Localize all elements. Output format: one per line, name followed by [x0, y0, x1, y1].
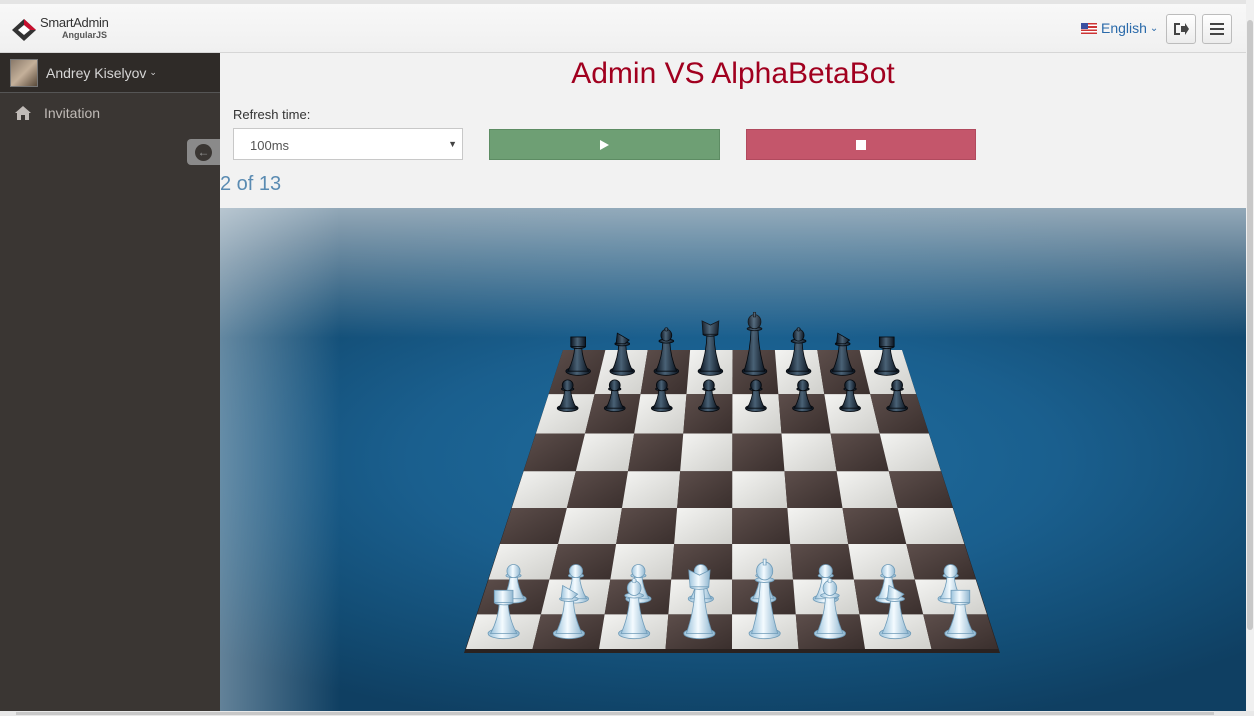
- main-content: Admin VS AlphaBetaBot Refresh time: 100m…: [220, 53, 1246, 711]
- move-counter: 2 of 13: [220, 173, 282, 195]
- refresh-time-value: 100ms: [250, 138, 290, 153]
- board-square[interactable]: [500, 508, 567, 545]
- home-icon: [15, 106, 31, 120]
- board-square[interactable]: [621, 471, 681, 509]
- board-square[interactable]: [680, 433, 733, 472]
- board-square[interactable]: [674, 508, 733, 545]
- horizontal-scrollbar[interactable]: [0, 711, 1254, 716]
- board-square[interactable]: [732, 508, 791, 545]
- board-square[interactable]: [488, 544, 559, 580]
- app-subtitle: AngularJS: [62, 30, 108, 40]
- board-square[interactable]: [523, 433, 586, 472]
- board-square[interactable]: [879, 433, 941, 472]
- board-square[interactable]: [677, 471, 733, 509]
- user-menu[interactable]: Andrey Kiselyov ⌄: [0, 53, 220, 93]
- us-flag-icon: [1081, 22, 1097, 34]
- stop-icon: [856, 139, 866, 150]
- refresh-time-select[interactable]: 100ms ▼: [233, 128, 463, 160]
- scrollbar-thumb[interactable]: [16, 712, 1214, 715]
- logo-icon: [12, 19, 36, 41]
- board-square[interactable]: [888, 471, 953, 509]
- board-square[interactable]: [830, 433, 889, 472]
- board-square[interactable]: [575, 433, 635, 472]
- stop-button[interactable]: [746, 129, 976, 160]
- user-name: Andrey Kiselyov: [46, 64, 147, 81]
- chess-board[interactable]: [220, 208, 1246, 711]
- board-square[interactable]: [842, 508, 907, 545]
- board-square[interactable]: [897, 508, 965, 545]
- sidebar-item-label: Invitation: [44, 105, 101, 121]
- logo[interactable]: SmartAdmin AngularJS: [10, 14, 120, 46]
- scrollbar-thumb[interactable]: [1247, 20, 1253, 630]
- refresh-time-label: Refresh time:: [233, 107, 311, 122]
- language-selector[interactable]: English ⌄: [1081, 20, 1158, 36]
- board-square[interactable]: [787, 508, 849, 545]
- vertical-scrollbar[interactable]: [1246, 0, 1254, 711]
- board-square[interactable]: [732, 433, 785, 472]
- board-square[interactable]: [566, 471, 628, 509]
- avatar: [10, 58, 38, 87]
- collapse-sidebar-button[interactable]: ←: [187, 139, 220, 165]
- language-label: English: [1101, 20, 1147, 36]
- black-king-piece[interactable]: [741, 311, 768, 376]
- page-title: Admin VS AlphaBetaBot: [571, 57, 895, 90]
- top-header: SmartAdmin AngularJS English ⌄: [0, 0, 1246, 53]
- play-icon: [600, 139, 609, 150]
- chevron-down-icon: ⌄: [1149, 22, 1159, 34]
- board-square[interactable]: [781, 433, 837, 472]
- black-queen-piece[interactable]: [697, 320, 724, 376]
- board-square[interactable]: [511, 471, 576, 509]
- sidebar-item-invitation[interactable]: Invitation: [0, 93, 220, 133]
- board-square[interactable]: [836, 471, 898, 509]
- chess-3d-view[interactable]: [220, 208, 1246, 711]
- board-square[interactable]: [558, 508, 622, 545]
- menu-toggle-button[interactable]: [1202, 14, 1232, 44]
- board-square[interactable]: [627, 433, 684, 472]
- board-square[interactable]: [732, 471, 788, 509]
- play-button[interactable]: [489, 129, 720, 160]
- caret-down-icon: ▼: [448, 139, 457, 149]
- chevron-down-icon: ⌄: [149, 67, 157, 77]
- hamburger-icon: [1210, 23, 1224, 35]
- sidebar: Andrey Kiselyov ⌄ Invitation ←: [0, 53, 220, 711]
- app-name: SmartAdmin: [40, 15, 109, 30]
- arrow-left-circle-icon: ←: [195, 143, 212, 161]
- board-square[interactable]: [616, 508, 678, 545]
- logout-button[interactable]: [1166, 14, 1196, 44]
- sign-out-icon: [1174, 23, 1189, 35]
- board-square[interactable]: [784, 471, 843, 509]
- board-square[interactable]: [906, 544, 976, 580]
